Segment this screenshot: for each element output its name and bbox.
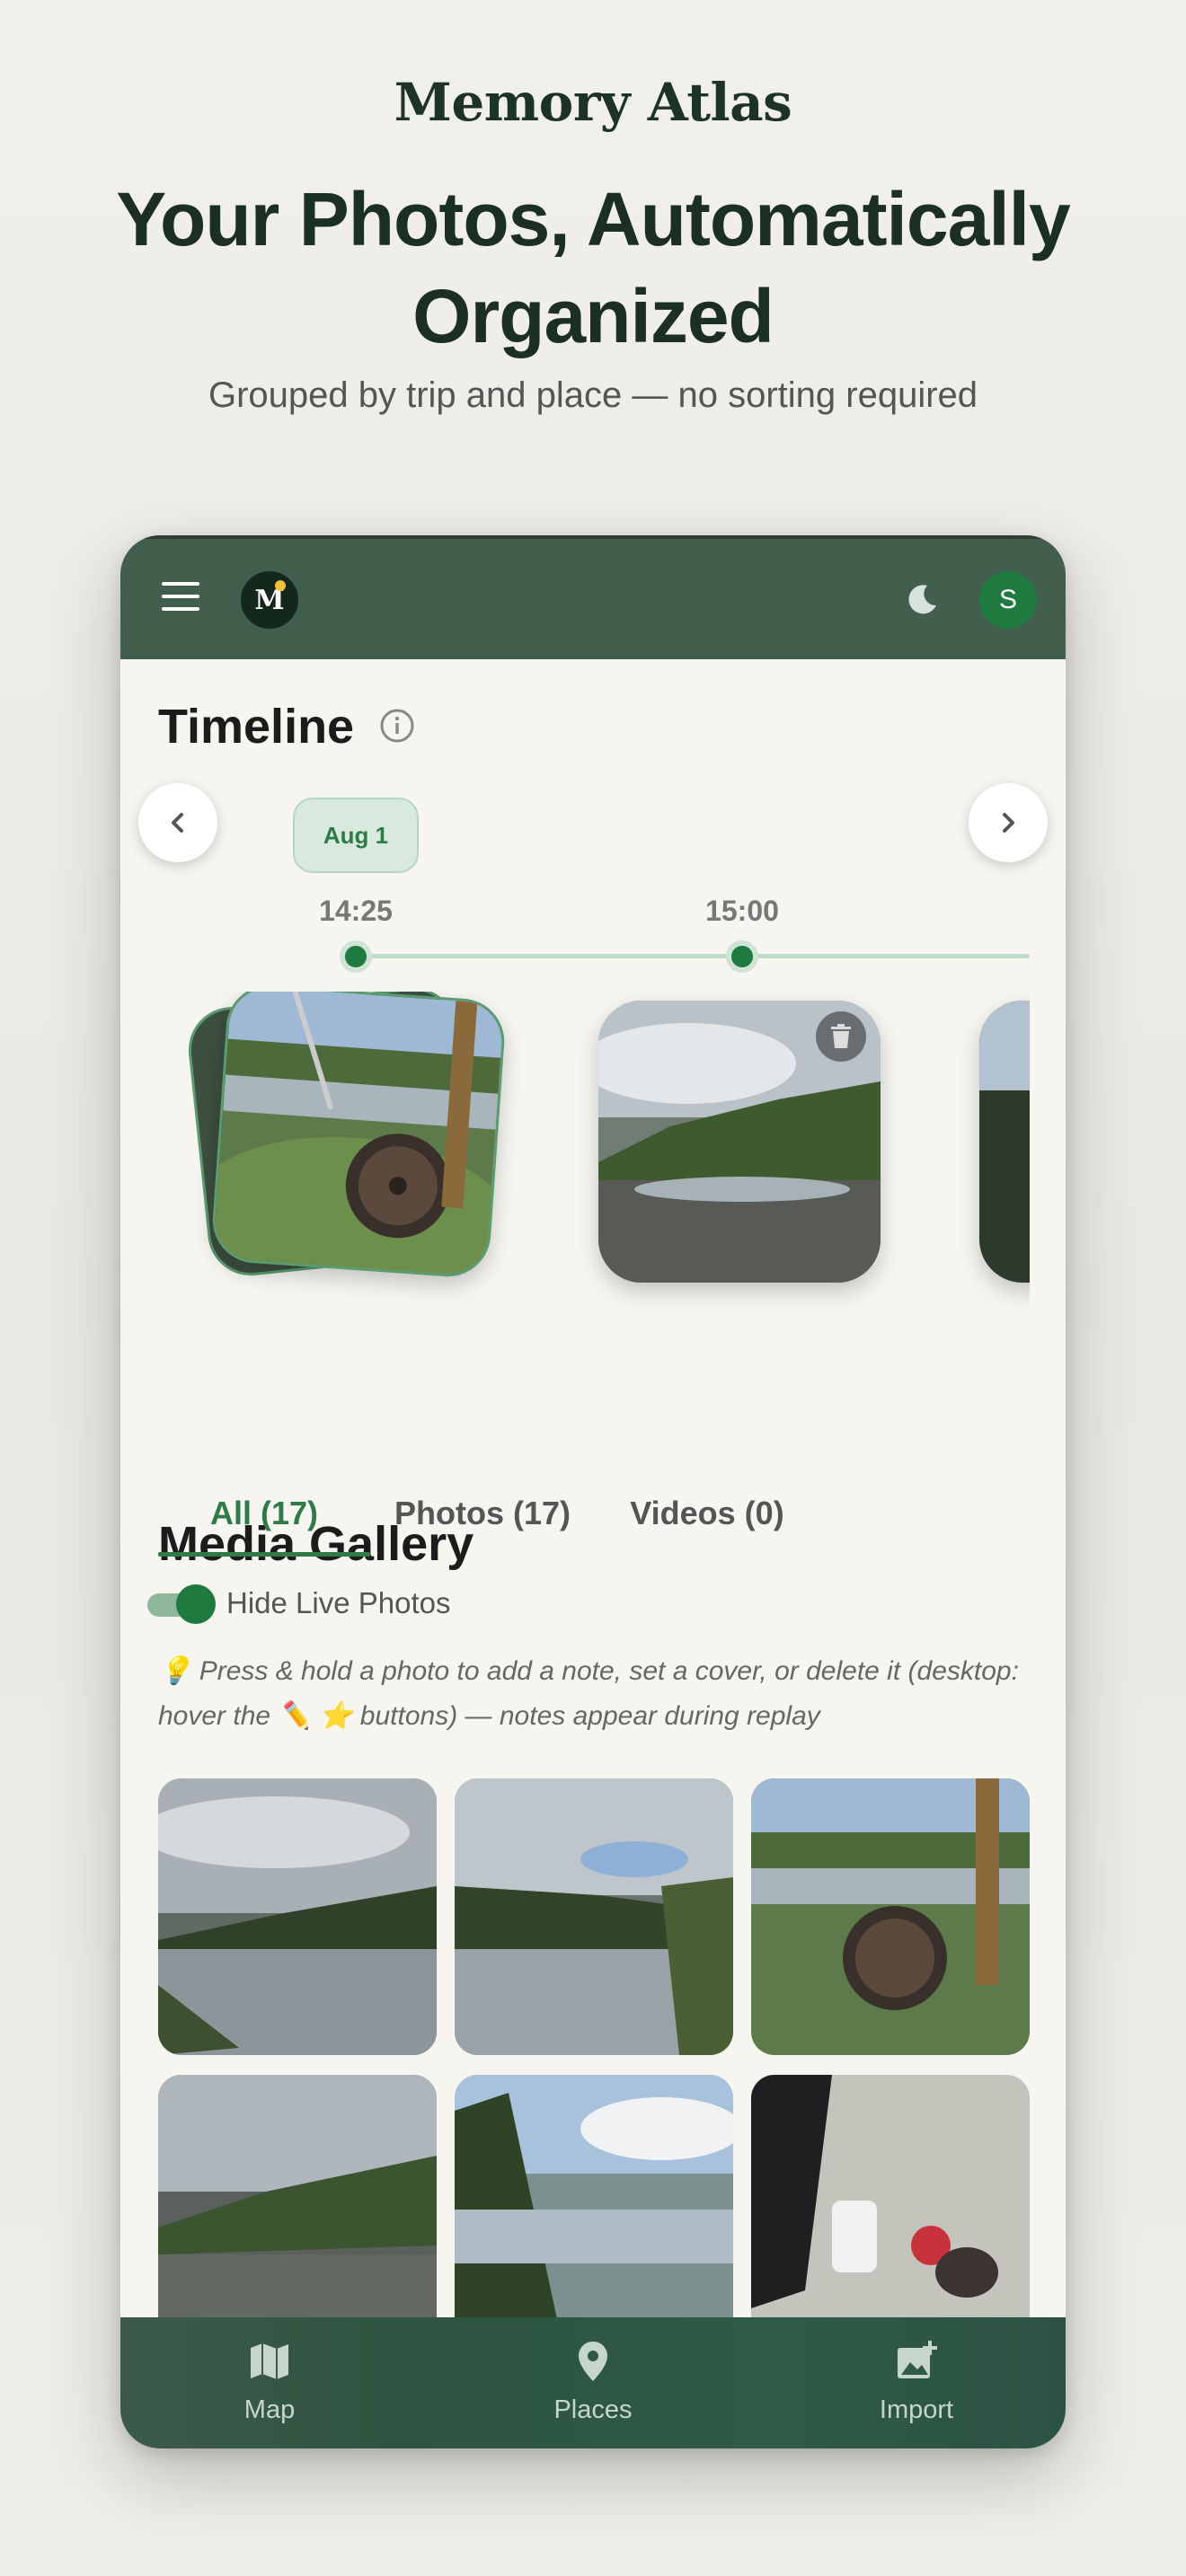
pin-icon <box>579 2342 607 2381</box>
tab-videos[interactable]: Videos (0) <box>595 1495 819 1532</box>
tab-all[interactable]: All (17) <box>158 1495 370 1532</box>
dark-mode-moon-icon[interactable] <box>904 582 940 618</box>
nav-places-label: Places <box>553 2395 633 2424</box>
active-tab-indicator <box>158 1552 370 1557</box>
map-icon <box>251 2343 288 2379</box>
phone-mockup: M S Timeline Aug 1 14:25 15:00 Media Gal… <box>120 535 1066 2448</box>
nav-import[interactable]: Import <box>827 2339 1006 2425</box>
menu-icon[interactable] <box>162 582 199 613</box>
timeline-photo-strip <box>120 992 1030 1315</box>
toggle-label: Hide Live Photos <box>226 1586 451 1619</box>
timeline-next-button[interactable] <box>969 783 1048 862</box>
nav-map[interactable]: Map <box>180 2339 359 2425</box>
timeline-photo[interactable] <box>979 1001 1030 1283</box>
main-content: Timeline Aug 1 14:25 15:00 Media Gallery… <box>120 659 1066 2448</box>
gallery-photo[interactable] <box>751 2075 1030 2351</box>
hero-subhead: Grouped by trip and place — no sorting r… <box>208 375 978 415</box>
headline-line-2: Organized <box>412 274 774 358</box>
delete-button[interactable] <box>816 1011 866 1062</box>
user-avatar[interactable]: S <box>979 571 1037 629</box>
brand-name: Memory Atlas <box>394 72 792 133</box>
headline-line-1: Your Photos, Automatically <box>116 177 1070 261</box>
chevron-left-icon <box>172 813 183 833</box>
timeline-prev-button[interactable] <box>138 783 217 862</box>
time-label: 15:00 <box>705 895 779 927</box>
chevron-right-icon <box>1003 813 1014 833</box>
bottom-nav: Map Places Import <box>120 2317 1066 2448</box>
tab-photos[interactable]: Photos (17) <box>370 1495 595 1532</box>
timeline-node[interactable] <box>340 940 372 973</box>
logo-dot <box>275 580 286 591</box>
gallery-tabs: All (17) Photos (17) Videos (0) <box>158 1495 877 1557</box>
photo-fly-reel <box>751 1778 1030 2055</box>
hide-live-photos-toggle[interactable] <box>147 1584 216 1624</box>
gallery-hint: 💡 Press & hold a photo to add a note, se… <box>158 1656 1019 1731</box>
image-add-icon <box>898 2341 937 2378</box>
nav-import-label: Import <box>879 2395 954 2424</box>
photo-forest <box>979 1001 1030 1283</box>
hero-headline: Your Photos, Automatically Organized <box>54 171 1132 365</box>
gallery-photo[interactable] <box>158 1778 437 2055</box>
info-icon[interactable] <box>379 708 415 744</box>
gallery-photo[interactable] <box>455 2075 733 2351</box>
photo-lake-2 <box>455 1778 733 2055</box>
timeline-photo[interactable] <box>598 1001 881 1283</box>
gallery-photo[interactable] <box>455 1778 733 2055</box>
timeline-node[interactable] <box>726 940 758 973</box>
timeline-track <box>356 954 1030 958</box>
photo-stream <box>158 2075 437 2351</box>
gallery-photo[interactable] <box>158 2075 437 2351</box>
time-label: 14:25 <box>319 895 393 927</box>
nav-places[interactable]: Places <box>503 2339 683 2425</box>
gallery-photo[interactable] <box>751 1778 1030 2055</box>
app-header: M S <box>120 535 1066 659</box>
photo-fly-reel <box>209 992 508 1280</box>
trash-icon <box>831 1024 851 1048</box>
timeline-title: Timeline <box>158 700 355 754</box>
app-logo[interactable]: M <box>241 571 298 629</box>
date-chip[interactable]: Aug 1 <box>293 798 419 873</box>
photo-lake-1 <box>158 1778 437 2055</box>
nav-map-label: Map <box>243 2395 296 2424</box>
timeline-photo[interactable] <box>209 992 508 1280</box>
photo-campsite <box>751 2075 1030 2351</box>
photo-lake-shore <box>455 2075 733 2351</box>
